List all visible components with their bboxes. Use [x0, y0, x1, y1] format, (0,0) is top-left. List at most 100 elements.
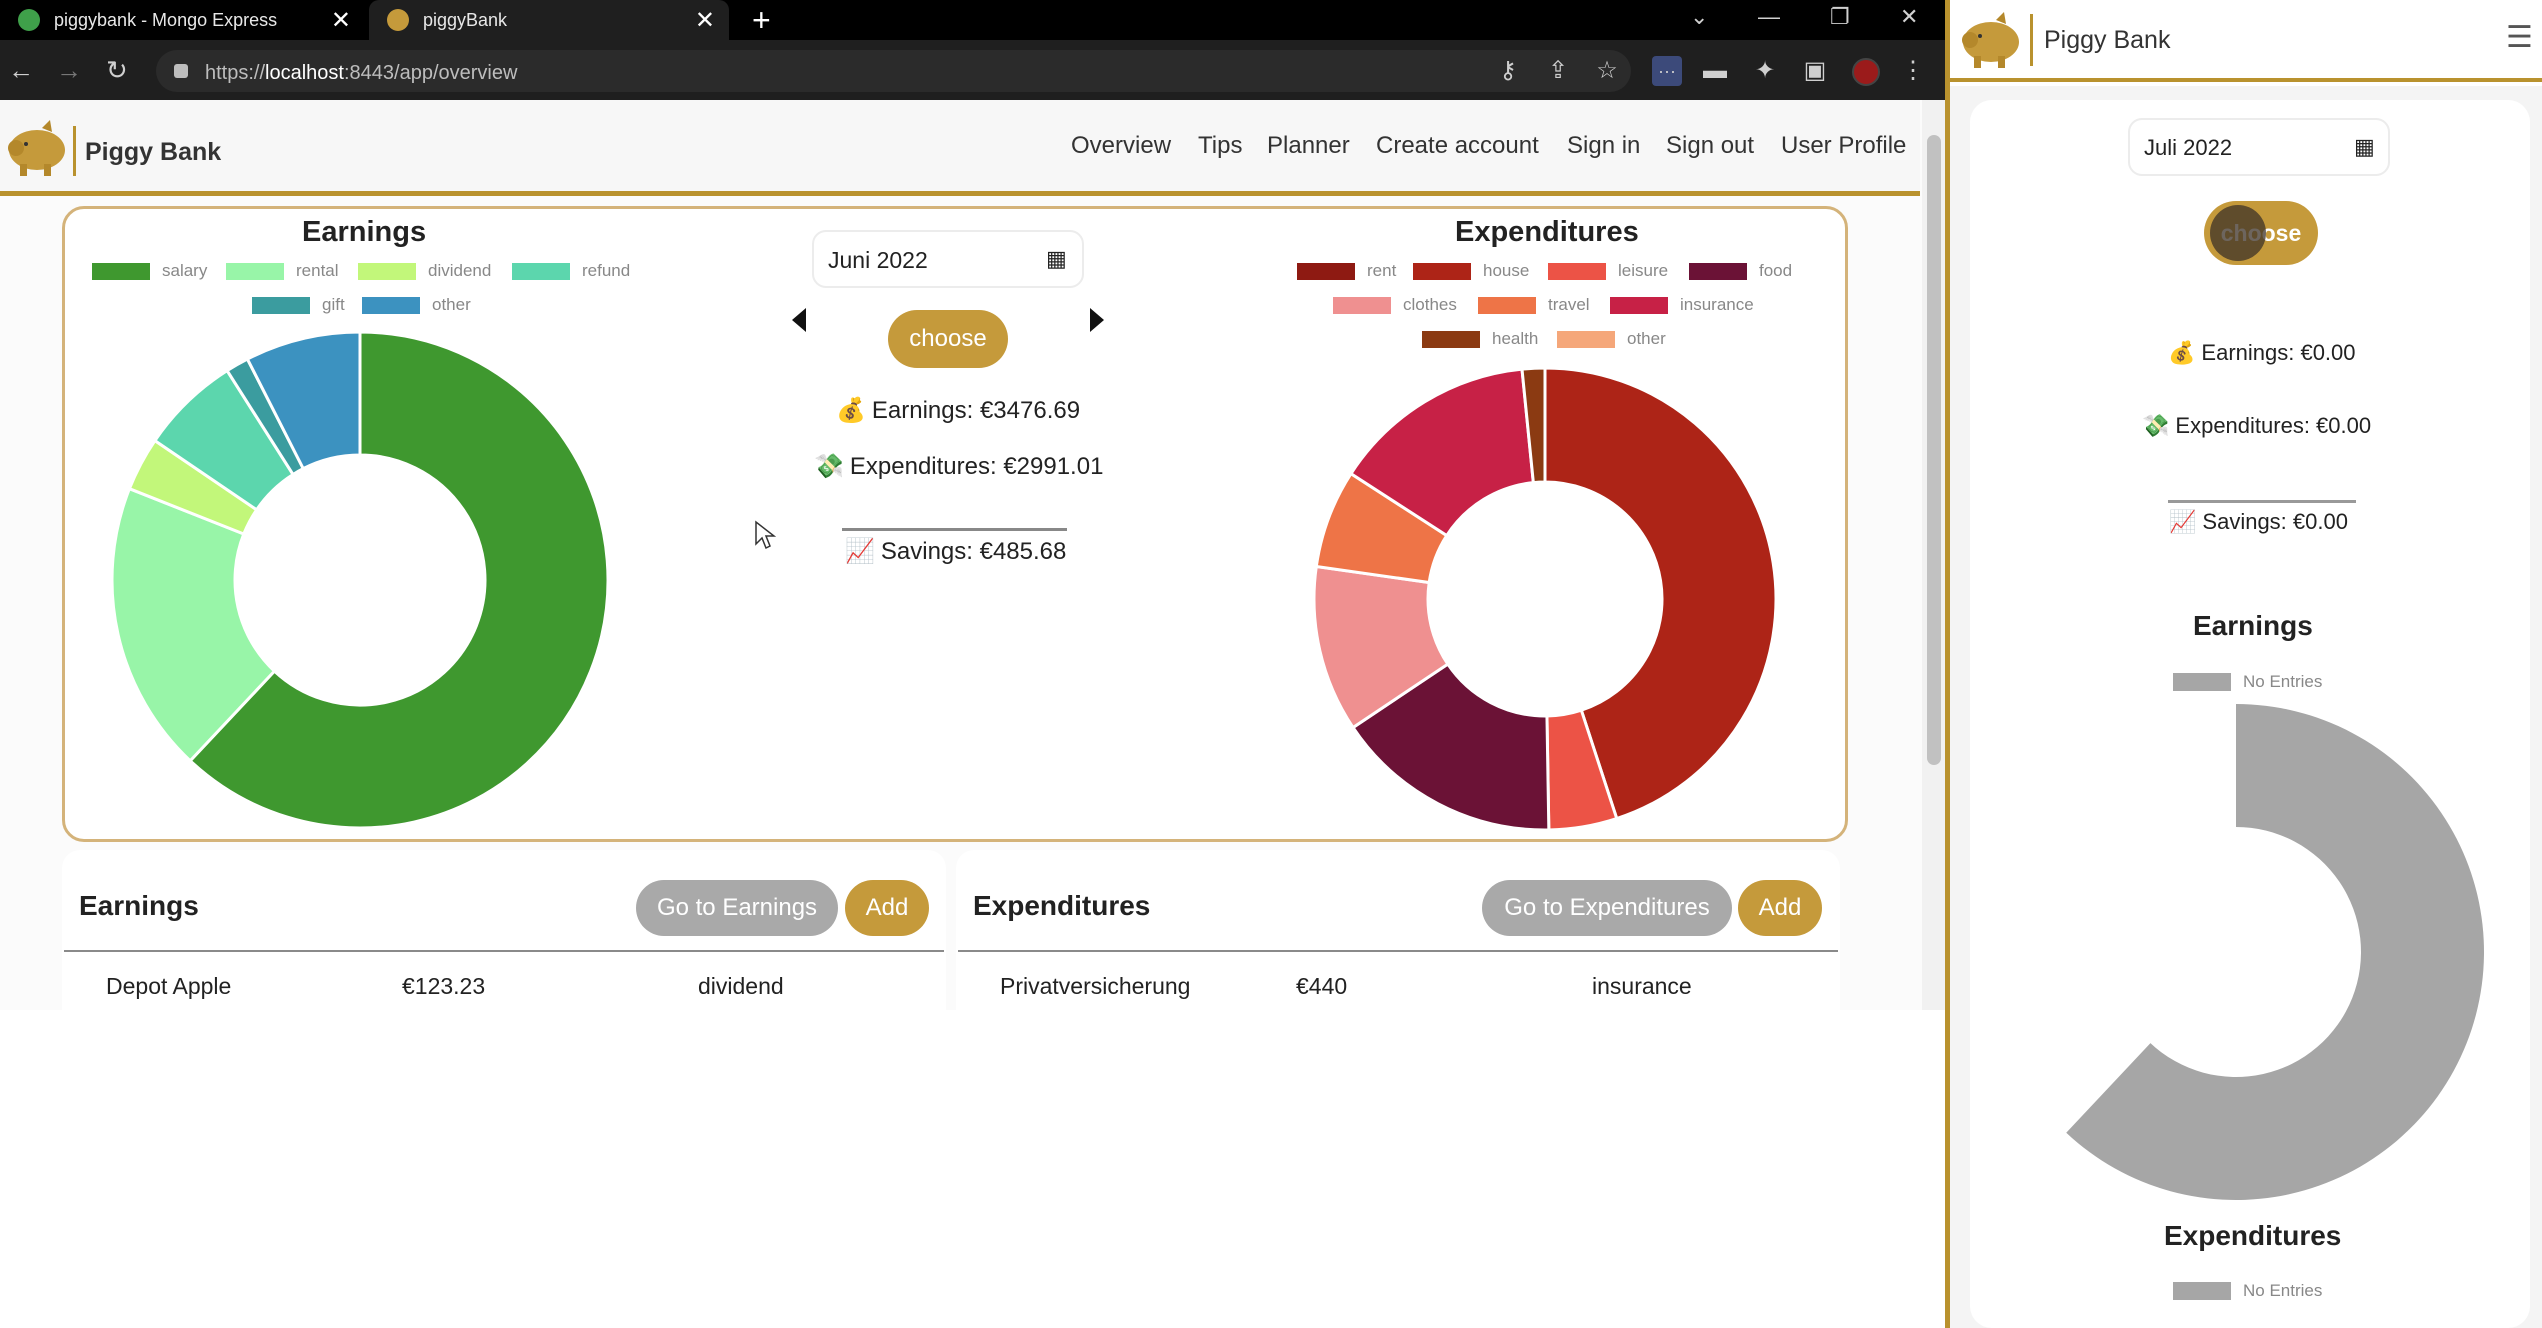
mobile-earnings-legend: No Entries: [2173, 672, 2322, 692]
earnings-donut-chart[interactable]: [110, 330, 610, 830]
row-name: Privatversicherung: [1000, 973, 1191, 999]
legend-item-other[interactable]: other: [362, 295, 471, 315]
next-month-arrow-icon[interactable]: [1090, 308, 1104, 332]
legend-item-other[interactable]: other: [1557, 329, 1666, 349]
browser-tab-mongo-express[interactable]: piggybank - Mongo Express ✕: [0, 0, 365, 40]
legend-item-refund[interactable]: refund: [512, 261, 630, 281]
side-panel-icon[interactable]: ▣: [1800, 56, 1830, 86]
close-tab-icon[interactable]: ✕: [331, 6, 351, 35]
row-amount: €123.23: [402, 973, 486, 999]
extension-dark-icon[interactable]: ▬: [1700, 56, 1730, 86]
legend-label: salary: [162, 261, 208, 280]
legend-label: insurance: [1680, 295, 1754, 314]
mobile-month-picker[interactable]: Juli 2022 ▦: [2128, 118, 2390, 176]
brand-name[interactable]: Piggy Bank: [85, 138, 221, 167]
expenditures-panel-title: Expenditures: [973, 890, 1151, 921]
brand-name[interactable]: Piggy Bank: [2044, 26, 2170, 55]
go-to-earnings-button[interactable]: Go to Earnings: [636, 880, 838, 936]
tab-title: piggyBank: [423, 9, 508, 30]
menu-kebab-icon[interactable]: ⋮: [1898, 56, 1928, 86]
mouse-cursor-icon: [755, 520, 776, 550]
legend-swatch: [512, 262, 570, 280]
earnings-panel-title: Earnings: [79, 890, 199, 921]
chart-slice-no-entries: [2066, 704, 2484, 1200]
previous-month-arrow-icon[interactable]: [792, 308, 806, 332]
bookmark-star-icon[interactable]: ☆: [1592, 56, 1622, 86]
expenditures-panel-divider: [958, 950, 1838, 952]
legend-label: food: [1759, 261, 1793, 280]
close-window-icon[interactable]: ✕: [1900, 0, 1918, 34]
calendar-icon[interactable]: ▦: [1046, 246, 1067, 272]
forward-arrow-icon[interactable]: →: [56, 40, 82, 100]
scrollbar-thumb[interactable]: [1927, 135, 1941, 765]
expenditures-chart-title: Expenditures: [1455, 216, 1639, 248]
url-text[interactable]: https://localhost:8443/app/overview: [205, 62, 517, 85]
tab-search-chevron-icon[interactable]: ⌄: [1690, 0, 1708, 34]
nav-sign-in[interactable]: Sign in: [1567, 132, 1640, 160]
legend-item-house[interactable]: house: [1413, 261, 1529, 281]
table-row[interactable]: Depot Apple €123.23 dividend: [64, 964, 944, 1010]
piggy-logo-icon[interactable]: [4, 118, 70, 178]
brand-divider: [73, 126, 76, 176]
nav-sign-out[interactable]: Sign out: [1666, 132, 1754, 160]
browser-tab-strip: piggybank - Mongo Express ✕ piggyBank ✕ …: [0, 0, 1945, 40]
add-expenditure-button[interactable]: Add: [1738, 880, 1822, 936]
new-tab-plus-icon[interactable]: +: [752, 2, 771, 39]
profile-avatar[interactable]: [1852, 58, 1880, 86]
choose-month-button[interactable]: choose: [888, 310, 1008, 368]
mobile-choose-button[interactable]: choose: [2204, 201, 2318, 265]
nav-user-profile[interactable]: User Profile: [1781, 132, 1906, 160]
legend-item-health[interactable]: health: [1422, 329, 1538, 349]
close-tab-icon[interactable]: ✕: [695, 6, 715, 35]
earnings-chart-title: Earnings: [302, 216, 427, 248]
legend-label: house: [1483, 261, 1530, 280]
puzzle-extensions-icon[interactable]: ✦: [1750, 56, 1780, 86]
extension-icon[interactable]: ···: [1652, 56, 1682, 86]
legend-item-insurance[interactable]: insurance: [1610, 295, 1754, 315]
share-icon[interactable]: ⇪: [1543, 56, 1573, 86]
legend-item-dividend[interactable]: dividend: [358, 261, 491, 281]
chart-increasing-icon: 📈: [2169, 509, 2197, 534]
legend-label: rental: [296, 261, 339, 280]
restore-icon[interactable]: ❐: [1830, 0, 1850, 34]
legend-item-leisure[interactable]: leisure: [1548, 261, 1668, 281]
legend-item-food[interactable]: food: [1689, 261, 1792, 281]
legend-item-rent[interactable]: rent: [1297, 261, 1396, 281]
browser-tab-piggybank[interactable]: piggyBank ✕: [369, 0, 729, 40]
mongo-leaf-icon: [18, 9, 40, 31]
money-bag-icon: 💰: [836, 397, 866, 424]
month-picker[interactable]: Juni 2022 ▦: [812, 230, 1084, 288]
legend-item-salary[interactable]: salary: [92, 261, 207, 281]
reload-icon[interactable]: ↻: [106, 40, 128, 100]
nav-planner[interactable]: Planner: [1267, 132, 1350, 160]
expenditures-donut-chart[interactable]: [1312, 366, 1778, 832]
legend-item-rental[interactable]: rental: [226, 261, 339, 281]
back-arrow-icon[interactable]: ←: [8, 40, 34, 100]
hamburger-menu-icon[interactable]: ☰: [2506, 20, 2533, 55]
table-row[interactable]: Privatversicherung €440 insurance: [958, 964, 1838, 1010]
money-wings-icon: 💸: [814, 453, 844, 480]
legend-swatch: [2173, 673, 2231, 691]
legend-label: refund: [582, 261, 631, 280]
mobile-expenditures-legend: No Entries: [2173, 1281, 2322, 1301]
mobile-earnings-donut-chart[interactable]: [1950, 700, 2542, 1220]
tab-title: piggybank - Mongo Express: [54, 9, 278, 30]
month-value: Juni 2022: [828, 247, 928, 273]
legend-item-gift[interactable]: gift: [252, 295, 345, 315]
legend-label: health: [1492, 329, 1539, 348]
key-icon[interactable]: ⚷: [1493, 56, 1523, 86]
legend-swatch: [362, 296, 420, 314]
nav-tips[interactable]: Tips: [1198, 132, 1242, 160]
go-to-expenditures-button[interactable]: Go to Expenditures: [1482, 880, 1732, 936]
nav-create-account[interactable]: Create account: [1376, 132, 1539, 160]
earnings-panel-divider: [64, 950, 944, 952]
legend-item-clothes[interactable]: clothes: [1333, 295, 1457, 315]
minimize-icon[interactable]: —: [1758, 0, 1780, 34]
piggy-logo-icon[interactable]: [1958, 10, 2024, 70]
add-earning-button[interactable]: Add: [845, 880, 929, 936]
legend-item-travel[interactable]: travel: [1478, 295, 1590, 315]
calendar-icon[interactable]: ▦: [2354, 134, 2375, 160]
nav-overview[interactable]: Overview: [1071, 132, 1171, 160]
money-bag-icon: 💰: [2168, 340, 2196, 365]
legend-swatch: [1689, 262, 1747, 280]
